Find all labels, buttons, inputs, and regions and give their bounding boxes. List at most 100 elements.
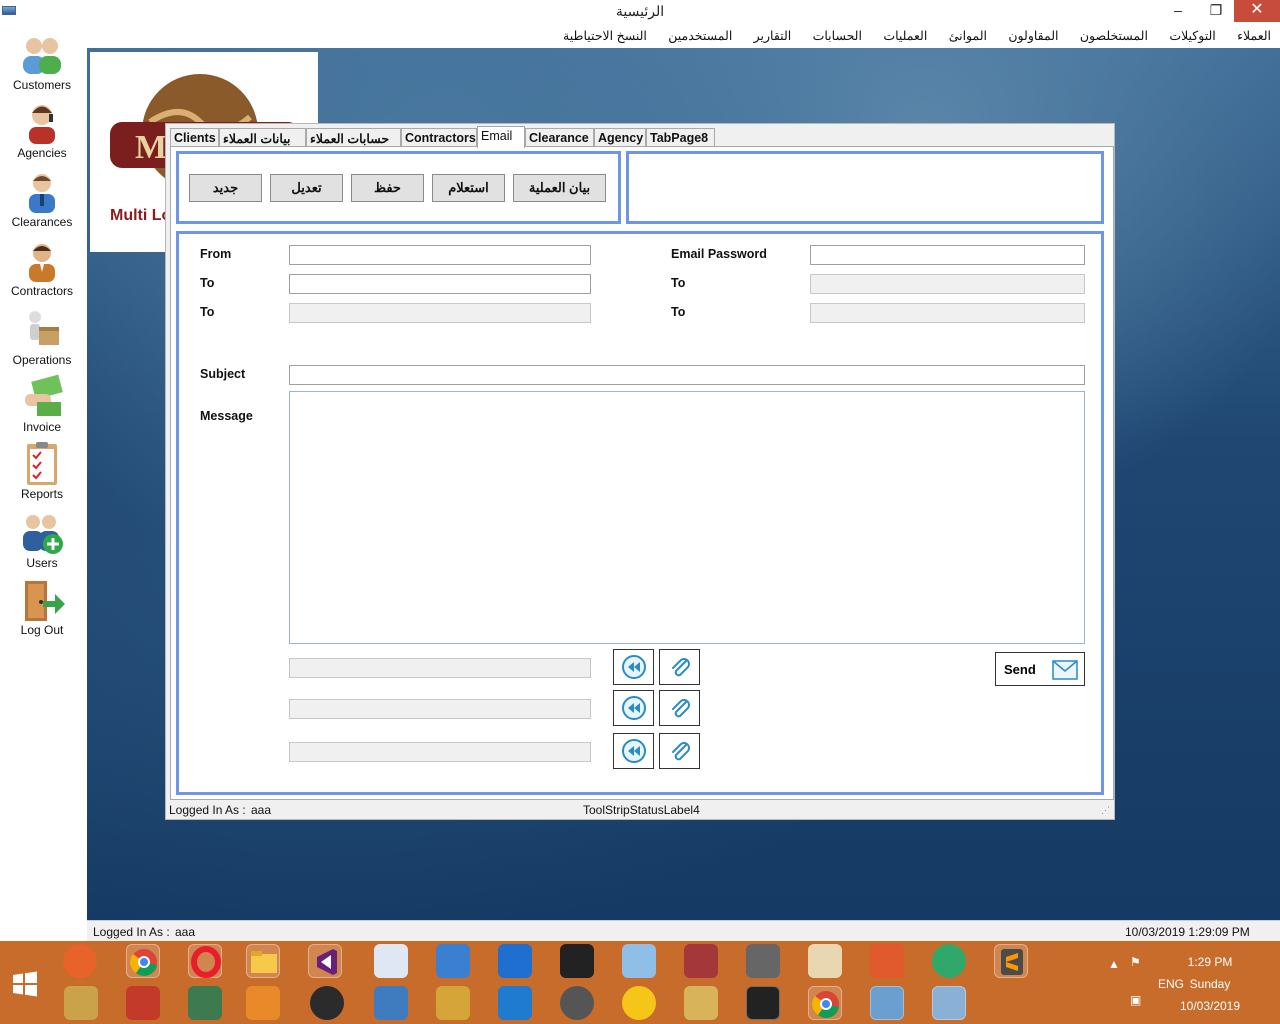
opera-icon[interactable]: [188, 944, 222, 978]
envelope-icon: [1052, 660, 1078, 680]
menu-operations[interactable]: العمليات: [874, 24, 936, 43]
send-button[interactable]: Send: [995, 652, 1085, 686]
file-explorer-icon[interactable]: [246, 944, 280, 978]
menu-clearers[interactable]: المستخلصون: [1071, 24, 1157, 43]
email-password-input[interactable]: [810, 245, 1085, 265]
add-icon[interactable]: [622, 986, 656, 1020]
attachment-path-input[interactable]: [289, 699, 591, 719]
menu-contractors[interactable]: المقاولون: [999, 24, 1067, 43]
actions-panel: جديد تعديل حفظ استعلام بيان العملية: [176, 151, 621, 224]
remote-desktop-icon[interactable]: [436, 944, 470, 978]
tab-contractors[interactable]: Contractors: [401, 128, 477, 147]
windows-start-icon[interactable]: [12, 971, 38, 997]
vscode-icon[interactable]: [498, 986, 532, 1020]
firefox-icon[interactable]: [63, 944, 97, 978]
attach-file-button[interactable]: [659, 733, 700, 769]
to-input[interactable]: [289, 274, 591, 294]
python-icon[interactable]: [374, 986, 408, 1020]
clear-attachment-button[interactable]: [613, 649, 654, 685]
subject-input[interactable]: [289, 365, 1085, 385]
paint-icon[interactable]: [808, 944, 842, 978]
globe-icon[interactable]: [310, 986, 344, 1020]
defender-icon[interactable]: [498, 944, 532, 978]
sidebar-item-agencies[interactable]: Agencies: [0, 100, 84, 160]
task-manager-icon[interactable]: [374, 944, 408, 978]
visual-studio-icon[interactable]: [308, 944, 342, 978]
sidebar-item-customers[interactable]: Customers: [0, 32, 84, 92]
tab-tabpage8[interactable]: TabPage8: [646, 128, 715, 147]
from-input[interactable]: [289, 245, 591, 265]
sidebar-item-users[interactable]: Users: [0, 510, 84, 570]
tab-clients[interactable]: Clients: [170, 128, 219, 147]
chrome-icon[interactable]: [126, 944, 160, 978]
operation-details-button[interactable]: بيان العملية: [513, 174, 606, 202]
tab-clearance[interactable]: Clearance: [525, 128, 594, 147]
atom-icon[interactable]: [932, 944, 966, 978]
to-input[interactable]: [810, 274, 1085, 294]
clear-attachment-button[interactable]: [613, 690, 654, 726]
tools-icon[interactable]: [64, 986, 98, 1020]
sidebar-item-contractors[interactable]: Contractors: [0, 238, 84, 298]
query-button[interactable]: استعلام: [432, 174, 505, 202]
sidebar-item-logout[interactable]: Log Out: [0, 577, 84, 637]
resize-grip-icon[interactable]: ⋰: [1101, 805, 1110, 816]
menu-accounts[interactable]: الحسابات: [804, 24, 871, 43]
media-player-icon[interactable]: [246, 986, 280, 1020]
gift-icon[interactable]: [684, 986, 718, 1020]
users-icon: [23, 515, 63, 554]
taskbar-date[interactable]: 10/03/2019: [1170, 999, 1250, 1013]
attachment-path-input[interactable]: [289, 658, 591, 678]
sublime-text-icon[interactable]: [994, 944, 1028, 978]
notes-icon[interactable]: [622, 944, 656, 978]
access-icon[interactable]: [684, 944, 718, 978]
tab-client-data[interactable]: بيانات العملاء: [219, 128, 306, 147]
camera-icon[interactable]: [560, 986, 594, 1020]
photos-icon[interactable]: [870, 986, 904, 1020]
minimize-button[interactable]: –: [1160, 0, 1196, 22]
menu-clients[interactable]: العملاء: [1228, 24, 1280, 43]
to-input[interactable]: [810, 303, 1085, 323]
app-icon[interactable]: [870, 944, 904, 978]
sidebar-item-operations[interactable]: Operations: [0, 307, 84, 367]
tab-client-accounts[interactable]: حسابات العملاء: [306, 128, 401, 147]
taskbar-time[interactable]: 1:29 PM: [1170, 955, 1250, 969]
sidebar-item-invoice[interactable]: Invoice: [0, 374, 84, 434]
clear-attachment-button[interactable]: [613, 733, 654, 769]
menu-backup[interactable]: النسخ الاحتياطية: [554, 24, 656, 43]
chrome-icon[interactable]: [808, 986, 842, 1020]
network-icon[interactable]: ▣: [1130, 993, 1141, 1007]
new-button[interactable]: جديد: [189, 174, 262, 202]
sidebar-item-label: Invoice: [22, 420, 62, 434]
taskbar-day[interactable]: Sunday: [1170, 977, 1250, 991]
current-app-icon[interactable]: [932, 986, 966, 1020]
reports-icon: [27, 442, 57, 485]
save-button[interactable]: حفظ: [351, 174, 424, 202]
attach-file-button[interactable]: [659, 690, 700, 726]
menu-reports[interactable]: التقارير: [745, 24, 801, 43]
restore-button[interactable]: ❐: [1198, 0, 1234, 22]
server-icon[interactable]: [436, 986, 470, 1020]
sidebar-item-clearances[interactable]: Clearances: [0, 169, 84, 229]
database-icon[interactable]: [746, 944, 780, 978]
sidebar-item-reports[interactable]: Reports: [0, 441, 84, 501]
tab-agency[interactable]: Agency: [594, 128, 646, 147]
menu-agencies[interactable]: التوكيلات: [1160, 24, 1224, 43]
show-hidden-icons[interactable]: ▲: [1108, 957, 1120, 971]
menu-ports[interactable]: الموانئ: [940, 24, 996, 43]
customers-icon: [23, 38, 61, 74]
tab-email[interactable]: Email: [477, 126, 525, 148]
logged-in-user: aaa: [175, 925, 196, 939]
edit-button[interactable]: تعديل: [270, 174, 343, 202]
menu-users[interactable]: المستخدمين: [659, 24, 741, 43]
command-prompt-icon[interactable]: [560, 944, 594, 978]
to-input[interactable]: [289, 303, 591, 323]
presentation-icon[interactable]: [188, 986, 222, 1020]
to-label: To: [200, 276, 215, 290]
message-textarea[interactable]: [289, 391, 1085, 644]
toolbox-icon[interactable]: [126, 986, 160, 1020]
flag-icon[interactable]: ⚑: [1130, 955, 1141, 969]
attach-file-button[interactable]: [659, 649, 700, 685]
attachment-path-input[interactable]: [289, 742, 591, 762]
close-button[interactable]: ✕: [1234, 0, 1280, 22]
terminal-icon[interactable]: [746, 986, 780, 1020]
